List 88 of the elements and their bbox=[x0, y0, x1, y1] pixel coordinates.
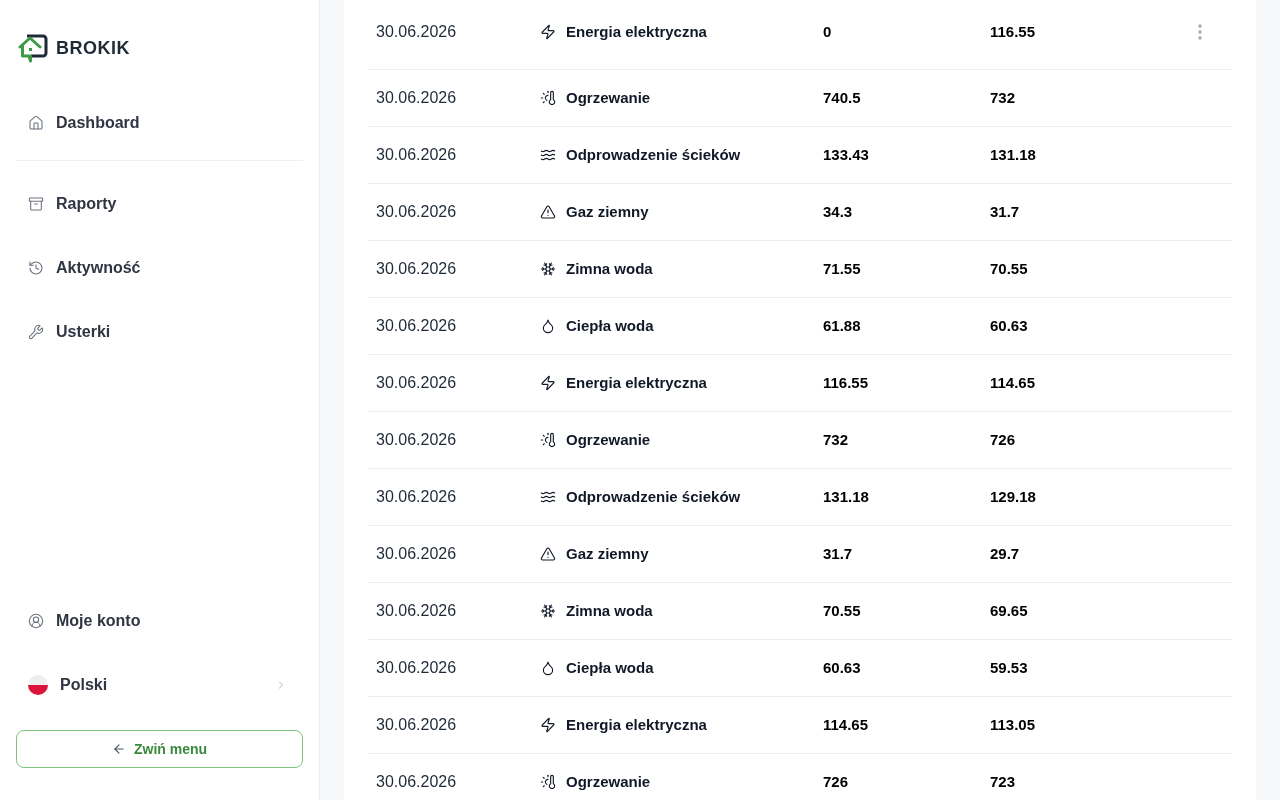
utility-type-label: Odprowadzenie ścieków bbox=[566, 486, 741, 507]
user-circle-icon bbox=[28, 613, 44, 629]
reading-value: 116.55 bbox=[990, 23, 1036, 40]
date-text: 30.06.2026 bbox=[376, 716, 457, 733]
reading-value: 34.3 bbox=[823, 203, 853, 220]
date-text: 30.06.2026 bbox=[376, 431, 457, 448]
nav-item[interactable]: Aktywność bbox=[16, 244, 303, 292]
date-text: 30.06.2026 bbox=[376, 89, 457, 106]
reading-value: 59.53 bbox=[990, 659, 1028, 676]
utility-type-label: Ciepła woda bbox=[566, 315, 654, 336]
more-vertical-icon bbox=[1198, 24, 1202, 40]
arrow-left-icon bbox=[111, 742, 126, 756]
lightning-icon bbox=[540, 717, 556, 733]
reading-value: 60.63 bbox=[990, 317, 1028, 334]
waves-icon bbox=[540, 147, 556, 163]
date-text: 30.06.2026 bbox=[376, 602, 457, 619]
date-text: 30.06.2026 bbox=[376, 488, 457, 505]
wrench-icon bbox=[28, 324, 44, 340]
utility-type-label: Zimna woda bbox=[566, 600, 653, 621]
collapse-menu-button[interactable]: Zwiń menu bbox=[16, 730, 303, 768]
utility-type-label: Gaz ziemny bbox=[566, 201, 649, 222]
nav-item[interactable]: Raporty bbox=[16, 180, 303, 228]
reading-value: 70.55 bbox=[823, 602, 861, 619]
utility-type-label: Ogrzewanie bbox=[566, 87, 651, 108]
reading-value: 133.43 bbox=[823, 146, 869, 163]
more-menu-button[interactable] bbox=[1198, 24, 1202, 40]
utility-type-label: Energia elektryczna bbox=[566, 21, 707, 42]
thermometer-sun-icon bbox=[540, 432, 556, 448]
utility-type-label: Zimna woda bbox=[566, 258, 653, 279]
reading-value: 723 bbox=[990, 773, 1016, 790]
date-text: 30.06.2026 bbox=[376, 773, 457, 790]
reading-value: 0 bbox=[823, 23, 832, 40]
waves-icon bbox=[540, 489, 556, 505]
nav-item[interactable]: Dashboard bbox=[16, 99, 303, 147]
thermometer-sun-icon bbox=[540, 774, 556, 790]
lightning-icon bbox=[540, 24, 556, 40]
flag-icon bbox=[28, 675, 48, 695]
reading-value: 70.55 bbox=[990, 260, 1028, 277]
language-selector[interactable]: Polski bbox=[16, 661, 303, 709]
reading-value: 131.18 bbox=[823, 488, 869, 505]
droplet-icon bbox=[540, 318, 556, 334]
droplet-icon bbox=[540, 660, 556, 676]
utility-type-label: Energia elektryczna bbox=[566, 714, 707, 735]
date-text: 30.06.2026 bbox=[376, 260, 457, 277]
utility-type-label: Gaz ziemny bbox=[566, 543, 649, 564]
reading-value: 29.7 bbox=[990, 545, 1020, 562]
date-text: 30.06.2026 bbox=[376, 545, 457, 562]
brand-name: BROKIK bbox=[56, 39, 130, 57]
date-text: 30.06.2026 bbox=[376, 374, 457, 391]
utility-type-label: Odprowadzenie ścieków bbox=[566, 144, 741, 165]
snowflake-icon bbox=[540, 261, 556, 277]
nav-item[interactable]: Usterki bbox=[16, 308, 303, 356]
reading-value: 31.7 bbox=[990, 203, 1020, 220]
reading-value: 61.88 bbox=[823, 317, 861, 334]
account-link[interactable]: Moje konto bbox=[16, 597, 303, 645]
house-logo-icon bbox=[18, 33, 48, 63]
date-text: 30.06.2026 bbox=[376, 23, 457, 40]
warning-triangle-icon bbox=[540, 204, 556, 220]
utility-type-label: Ogrzewanie bbox=[566, 429, 651, 450]
reading-value: 114.65 bbox=[823, 716, 869, 733]
utility-type-label: Energia elektryczna bbox=[566, 372, 707, 393]
reading-value: 732 bbox=[823, 431, 849, 448]
reading-value: 69.65 bbox=[990, 602, 1028, 619]
reading-value: 116.55 bbox=[823, 374, 869, 391]
reading-value: 131.18 bbox=[990, 146, 1036, 163]
reading-value: 740.5 bbox=[823, 89, 861, 106]
date-text: 30.06.2026 bbox=[376, 317, 457, 334]
reading-value: 60.63 bbox=[823, 659, 861, 676]
reading-value: 71.55 bbox=[823, 260, 861, 277]
warning-triangle-icon bbox=[540, 546, 556, 562]
reading-value: 114.65 bbox=[990, 374, 1036, 391]
date-text: 30.06.2026 bbox=[376, 659, 457, 676]
snowflake-icon bbox=[540, 603, 556, 619]
reading-value: 129.18 bbox=[990, 488, 1036, 505]
reading-value: 732 bbox=[990, 89, 1016, 106]
utility-type-label: Ogrzewanie bbox=[566, 771, 651, 792]
house-icon bbox=[28, 115, 44, 131]
date-text: 30.06.2026 bbox=[376, 146, 457, 163]
utility-type-label: Ciepła woda bbox=[566, 657, 654, 678]
reading-value: 726 bbox=[823, 773, 849, 790]
history-icon bbox=[28, 260, 44, 276]
reading-value: 113.05 bbox=[990, 716, 1036, 733]
date-text: 30.06.2026 bbox=[376, 203, 457, 220]
lightning-icon bbox=[540, 375, 556, 391]
thermometer-sun-icon bbox=[540, 90, 556, 106]
archive-box-icon bbox=[28, 196, 44, 212]
reading-value: 31.7 bbox=[823, 545, 853, 562]
reading-value: 726 bbox=[990, 431, 1016, 448]
